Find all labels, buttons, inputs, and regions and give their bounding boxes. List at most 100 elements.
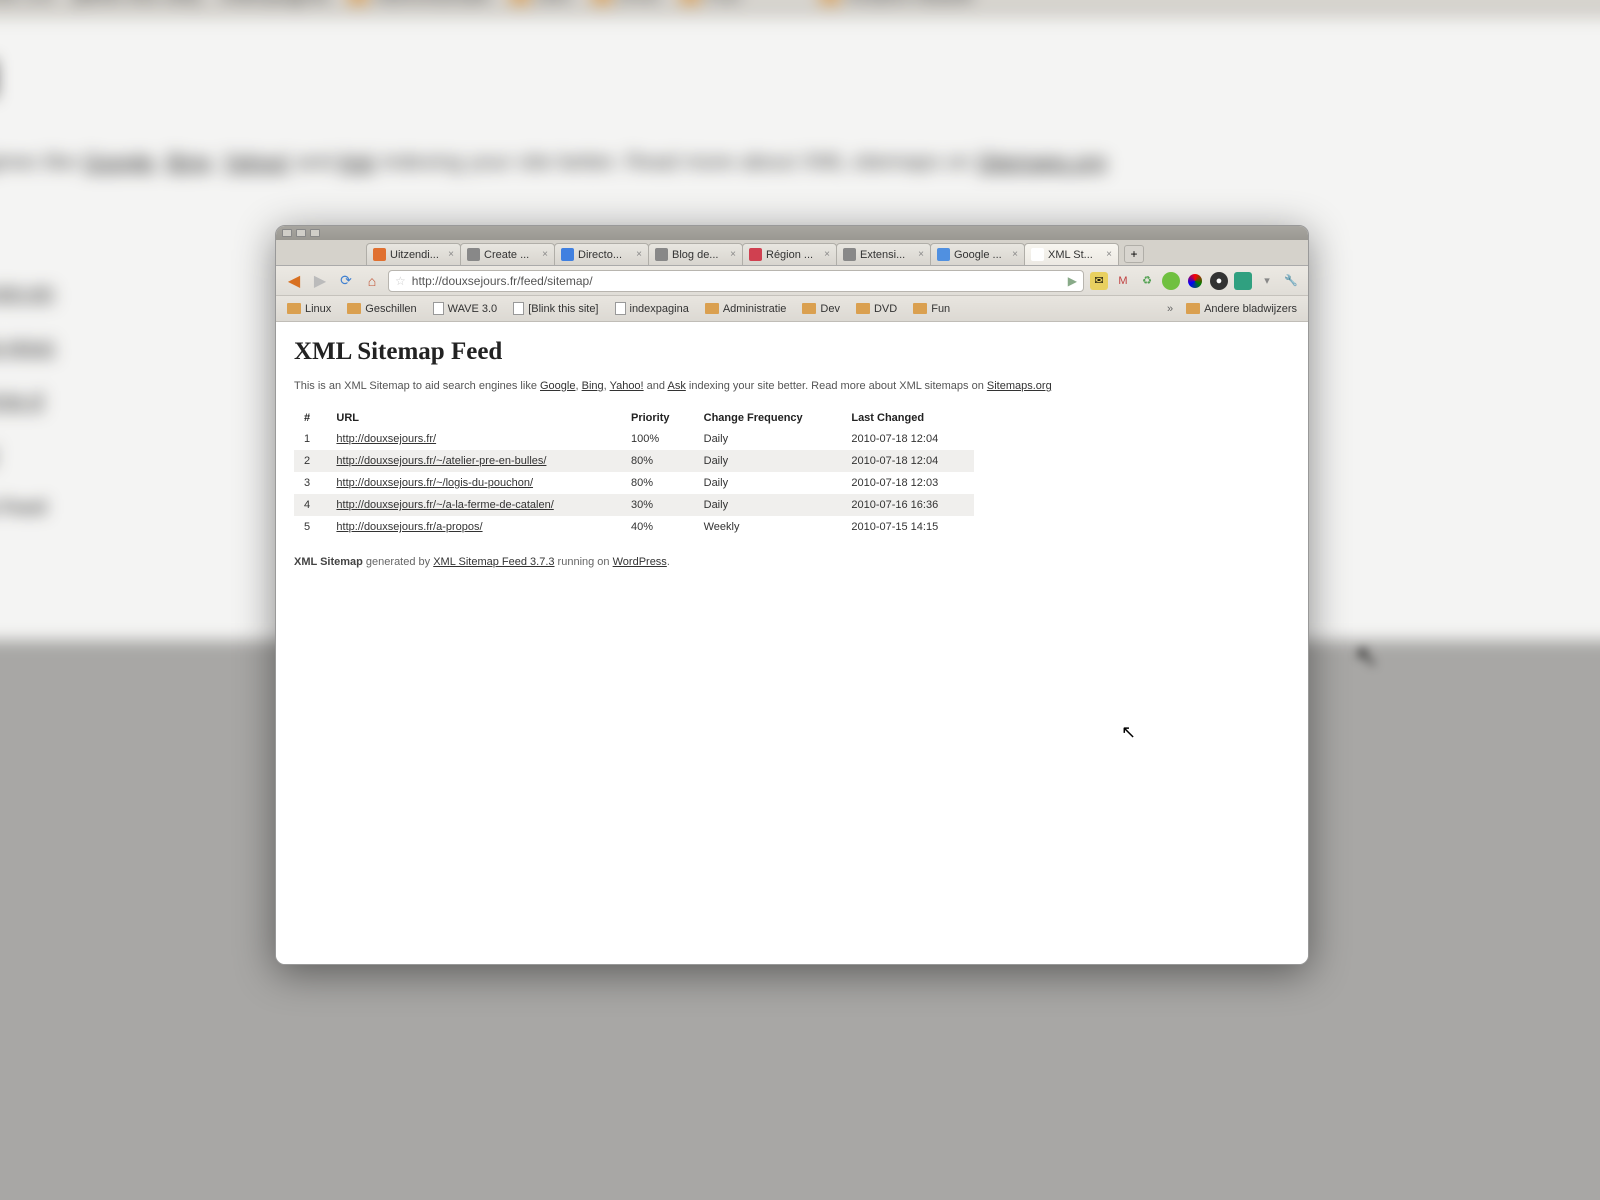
cell-num: 2	[294, 450, 326, 472]
bookmark-label: [Blink this site]	[528, 303, 598, 315]
window-button[interactable]	[282, 229, 292, 237]
browser-tab[interactable]: Blog de... ×	[648, 243, 743, 265]
bg-cursor-icon: ↖	[1355, 640, 1378, 673]
bookmark-item[interactable]: Dev	[799, 301, 843, 317]
window-titlebar[interactable]	[276, 226, 1308, 240]
browser-tab[interactable]: Create ...×	[460, 243, 555, 265]
tab-close-icon[interactable]: ×	[636, 249, 642, 260]
page-icon	[513, 302, 524, 315]
bookmark-item[interactable]: Geschillen	[344, 301, 419, 317]
bookmark-item[interactable]: DVD	[853, 301, 900, 317]
ext-icon[interactable]	[1234, 272, 1252, 290]
yahoo-link[interactable]: Yahoo!	[610, 380, 644, 392]
browser-tab[interactable]: Directo...×	[554, 243, 649, 265]
ext-icon[interactable]: ●	[1210, 272, 1228, 290]
google-link[interactable]: Google	[540, 380, 575, 392]
col-num: #	[294, 408, 326, 428]
bookmark-label: indexpagina	[630, 303, 689, 315]
bookmark-item[interactable]: Fun	[910, 301, 953, 317]
cell-priority: 100%	[621, 428, 694, 450]
window-button[interactable]	[310, 229, 320, 237]
cell-freq: Daily	[694, 472, 842, 494]
ext-icon[interactable]	[1162, 272, 1180, 290]
bookmark-item[interactable]: Administratie	[702, 301, 790, 317]
plugin-link[interactable]: XML Sitemap Feed 3.7.3	[433, 556, 554, 568]
url-link[interactable]: http://douxsejours.fr/~/a-la-ferme-de-ca…	[336, 499, 553, 511]
cell-priority: 80%	[621, 450, 694, 472]
other-bookmarks[interactable]: Andere bladwijzers	[1183, 301, 1300, 317]
tab-favicon-icon	[373, 248, 386, 261]
go-button[interactable]: ▶	[1068, 274, 1077, 288]
ext-icon[interactable]: M	[1114, 272, 1132, 290]
url-link[interactable]: http://douxsejours.fr/~/atelier-pre-en-b…	[336, 455, 546, 467]
home-button[interactable]: ⌂	[362, 271, 382, 291]
folder-icon	[347, 303, 361, 314]
tab-favicon-icon	[937, 248, 950, 261]
tab-favicon-icon	[467, 248, 480, 261]
bookmark-item[interactable]: indexpagina	[612, 300, 692, 317]
table-header-row: # URL Priority Change Frequency Last Cha…	[294, 408, 974, 428]
cell-url: http://douxsejours.fr/a-propos/	[326, 516, 621, 538]
overflow-chevron-icon[interactable]: »	[1167, 303, 1173, 315]
page-menu-icon[interactable]: ▾	[1258, 272, 1276, 290]
cell-priority: 40%	[621, 516, 694, 538]
tab-close-icon[interactable]: ×	[730, 249, 736, 260]
cell-freq: Weekly	[694, 516, 842, 538]
tab-close-icon[interactable]: ×	[918, 249, 924, 260]
window-button[interactable]	[296, 229, 306, 237]
address-bar[interactable]: ☆ http://douxsejours.fr/feed/sitemap/ ▶	[388, 270, 1084, 292]
table-row: 3http://douxsejours.fr/~/logis-du-poucho…	[294, 472, 974, 494]
table-row: 1http://douxsejours.fr/100%Daily2010-07-…	[294, 428, 974, 450]
cell-num: 1	[294, 428, 326, 450]
tab-close-icon[interactable]: ×	[542, 249, 548, 260]
nav-toolbar: ◀ ▶ ⟳ ⌂ ☆ http://douxsejours.fr/feed/sit…	[276, 266, 1308, 296]
browser-tab[interactable]: Région ...×	[742, 243, 837, 265]
bookmark-label: WAVE 3.0	[448, 303, 498, 315]
url-link[interactable]: http://douxsejours.fr/	[336, 433, 436, 445]
bookmark-label: Geschillen	[365, 303, 416, 315]
table-row: 5http://douxsejours.fr/a-propos/40%Weekl…	[294, 516, 974, 538]
col-url: URL	[326, 408, 621, 428]
tab-close-icon[interactable]: ×	[448, 249, 454, 260]
bookmarks-bar: Linux Geschillen WAVE 3.0 [Blink this site]…	[276, 296, 1308, 322]
bg-page-title: map Feed	[0, 50, 1600, 109]
url-link[interactable]: http://douxsejours.fr/a-propos/	[336, 521, 482, 533]
ask-link[interactable]: Ask	[667, 380, 685, 392]
wordpress-link[interactable]: WordPress	[613, 556, 667, 568]
tab-close-icon[interactable]: ×	[1012, 249, 1018, 260]
bookmark-item[interactable]: WAVE 3.0	[430, 300, 501, 317]
tab-favicon-icon	[655, 248, 668, 261]
tab-label: XML St...	[1048, 249, 1102, 261]
back-button[interactable]: ◀	[284, 271, 304, 291]
tab-close-icon[interactable]: ×	[824, 249, 830, 260]
sitemaps-org-link[interactable]: Sitemaps.org	[987, 380, 1052, 392]
tab-label: Blog de...	[672, 249, 726, 261]
tab-favicon-icon	[843, 248, 856, 261]
tab-close-icon[interactable]: ×	[1106, 249, 1112, 260]
reload-button[interactable]: ⟳	[336, 271, 356, 291]
cell-changed: 2010-07-18 12:03	[841, 472, 974, 494]
tab-label: Uitzendi...	[390, 249, 444, 261]
cell-changed: 2010-07-15 14:15	[841, 516, 974, 538]
bookmark-item[interactable]: [Blink this site]	[510, 300, 601, 317]
cell-priority: 80%	[621, 472, 694, 494]
url-link[interactable]: http://douxsejours.fr/~/logis-du-pouchon…	[336, 477, 533, 489]
bookmark-label: Linux	[305, 303, 331, 315]
browser-tab[interactable]: XML St... ×	[1024, 243, 1119, 265]
new-tab-button[interactable]: +	[1124, 245, 1144, 263]
wrench-icon[interactable]: 🔧	[1282, 272, 1300, 290]
browser-tab[interactable]: Uitzendi... ×	[366, 243, 461, 265]
bing-link[interactable]: Bing	[582, 380, 604, 392]
ext-icon[interactable]	[1186, 272, 1204, 290]
bookmark-item[interactable]: Linux	[284, 301, 334, 317]
bookmark-star-icon[interactable]: ☆	[395, 274, 406, 288]
browser-tab[interactable]: Google ...×	[930, 243, 1025, 265]
bookmark-label: Andere bladwijzers	[1204, 303, 1297, 315]
forward-button[interactable]: ▶	[310, 271, 330, 291]
ext-icon[interactable]: ✉	[1090, 272, 1108, 290]
folder-icon	[802, 303, 816, 314]
address-text[interactable]: http://douxsejours.fr/feed/sitemap/	[412, 274, 1062, 288]
browser-tab[interactable]: Extensi...×	[836, 243, 931, 265]
intro-text: This is an XML Sitemap to aid search eng…	[294, 380, 1290, 392]
ext-icon[interactable]: ♻	[1138, 272, 1156, 290]
